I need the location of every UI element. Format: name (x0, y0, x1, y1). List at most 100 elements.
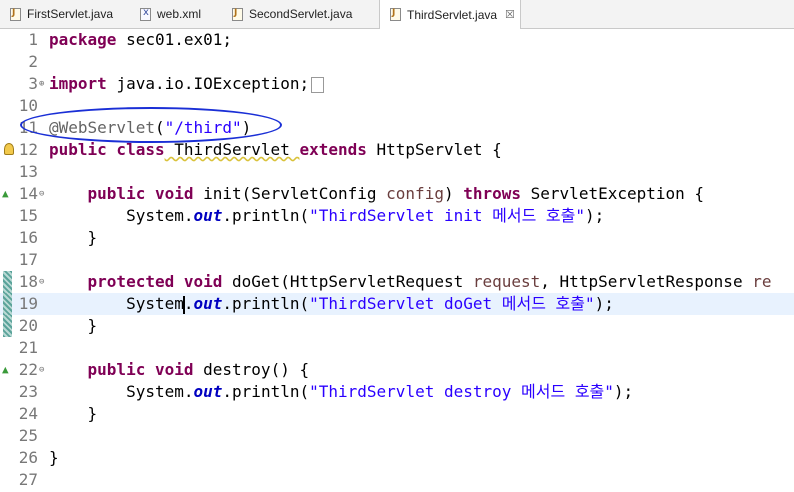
code-line[interactable]: 26} (0, 447, 794, 469)
code-line[interactable]: 18 ⊖ protected void doGet(HttpServletRequ… (0, 271, 794, 293)
line-number: 13 (18, 162, 38, 181)
code-text: public void init(ServletConfig config) t… (49, 183, 705, 205)
code-text: } (49, 447, 59, 469)
collapse-fold-icon[interactable]: ⊖ (39, 271, 44, 293)
java-file-icon (232, 7, 243, 21)
code-text: System.out.println("ThirdServlet doGet 메… (49, 293, 614, 315)
code-token: System (126, 294, 184, 313)
code-text: public void destroy() { (49, 359, 310, 381)
code-token: doGet(HttpServletRequest (222, 272, 473, 291)
code-editor[interactable]: 1 package sec01.ex01; 2 3 ⊕ import java.io.IO… (0, 29, 794, 492)
code-line[interactable]: ▲ 14 ⊖ public void init(ServletConfig conf… (0, 183, 794, 205)
code-line[interactable]: 10 (0, 95, 794, 117)
line-number: 16 (18, 228, 38, 247)
code-token: throws (463, 184, 522, 203)
code-line[interactable]: 12 public class ThirdServlet extends Http… (0, 139, 794, 161)
code-token: re (752, 272, 772, 291)
code-text: System.out.println("ThirdServlet init 메서… (49, 205, 604, 227)
expand-fold-icon[interactable]: ⊕ (39, 73, 44, 95)
code-token: "ThirdServlet init 메서드 호출" (309, 206, 585, 225)
code-line[interactable]: 19 System.out.println("ThirdServlet doGe… (0, 293, 794, 315)
code-token: "/third" (164, 118, 242, 137)
line-number: 26 (18, 448, 38, 467)
code-token: public class (49, 140, 165, 159)
code-line[interactable]: 16 } (0, 227, 794, 249)
code-token: ThirdServlet (164, 140, 300, 159)
tab-firstservlet[interactable]: FirstServlet.java (0, 0, 130, 28)
code-token: out (193, 382, 223, 401)
code-token: } (87, 316, 98, 335)
code-token: ); (585, 206, 605, 225)
code-token: System. (126, 206, 194, 225)
code-token: destroy() { (193, 360, 310, 379)
code-line[interactable]: 13 (0, 161, 794, 183)
code-token: request (472, 272, 541, 291)
line-number: 21 (18, 338, 38, 357)
code-text: public class ThirdServlet extends HttpSe… (49, 139, 502, 161)
folded-imports-box[interactable] (311, 76, 325, 93)
code-line[interactable]: 15 System.out.println("ThirdServlet init… (0, 205, 794, 227)
code-token: } (49, 448, 59, 467)
tab-label: SecondServlet.java (249, 7, 353, 21)
collapse-fold-icon[interactable]: ⊖ (39, 359, 44, 381)
line-number: 23 (18, 382, 38, 401)
code-line[interactable]: 11 @WebServlet("/third") (0, 117, 794, 139)
code-line[interactable]: 23 System.out.println("ThirdServlet dest… (0, 381, 794, 403)
code-line[interactable]: 20 } (0, 315, 794, 337)
code-token: @WebServlet (49, 118, 155, 137)
tab-label: ThirdServlet.java (407, 7, 498, 22)
java-file-icon (10, 7, 21, 21)
code-token: ServletException { (521, 184, 705, 203)
code-text: package sec01.ex01; (49, 29, 232, 51)
code-token: ); (613, 382, 634, 401)
line-number: 15 (18, 206, 38, 225)
code-line[interactable]: 2 (0, 51, 794, 73)
code-line[interactable]: 21 (0, 337, 794, 359)
line-number: 24 (18, 404, 38, 423)
code-token: package (49, 30, 117, 49)
line-number: 12 (18, 140, 38, 159)
code-token: java.io.IOException; (116, 74, 310, 93)
code-token: . (183, 294, 194, 313)
code-token: , HttpServletResponse (540, 272, 753, 291)
close-tab-icon[interactable]: ☒ (505, 8, 515, 21)
code-text: protected void doGet(HttpServletRequest … (49, 271, 772, 293)
code-token: public void (87, 360, 194, 379)
code-line[interactable]: 17 (0, 249, 794, 271)
line-number: 14 (18, 184, 38, 203)
code-token: sec01.ex01; (126, 30, 233, 49)
code-token: protected void (87, 272, 223, 291)
code-token: ) (443, 184, 464, 203)
tab-thirdservlet[interactable]: ThirdServlet.java ☒ (379, 0, 521, 29)
code-text: } (49, 227, 98, 249)
line-number: 3 (28, 74, 38, 93)
code-token: } (87, 228, 98, 247)
code-line[interactable]: 24 } (0, 403, 794, 425)
line-number: 25 (18, 426, 38, 445)
line-number: 2 (28, 52, 38, 71)
code-token: "ThirdServlet destroy 메서드 호출" (309, 382, 614, 401)
code-token: import (49, 74, 107, 93)
code-text: import java.io.IOException; (49, 73, 325, 95)
code-token: extends (299, 140, 367, 159)
code-token: .println( (222, 382, 310, 401)
tab-secondservlet[interactable]: SecondServlet.java (222, 0, 377, 28)
tab-web-xml[interactable]: web.xml (130, 0, 222, 28)
code-token: config (386, 184, 444, 203)
code-token: out (193, 294, 223, 313)
code-line[interactable]: 25 (0, 425, 794, 447)
java-file-icon (390, 8, 401, 21)
code-line[interactable]: 27 (0, 469, 794, 491)
collapse-fold-icon[interactable]: ⊖ (39, 183, 44, 205)
code-token: ( (154, 118, 165, 137)
code-line[interactable]: 1 package sec01.ex01; (0, 29, 794, 51)
line-number: 27 (18, 470, 38, 489)
line-number: 20 (18, 316, 38, 335)
line-number: 18 (18, 272, 38, 291)
line-number: 19 (18, 294, 38, 313)
code-line[interactable]: 3 ⊕ import java.io.IOException; (0, 73, 794, 95)
code-line[interactable]: ▲ 22 ⊖ public void destroy() { (0, 359, 794, 381)
code-text: } (49, 403, 98, 425)
tab-label: web.xml (157, 7, 202, 21)
code-token: ) (241, 118, 252, 137)
